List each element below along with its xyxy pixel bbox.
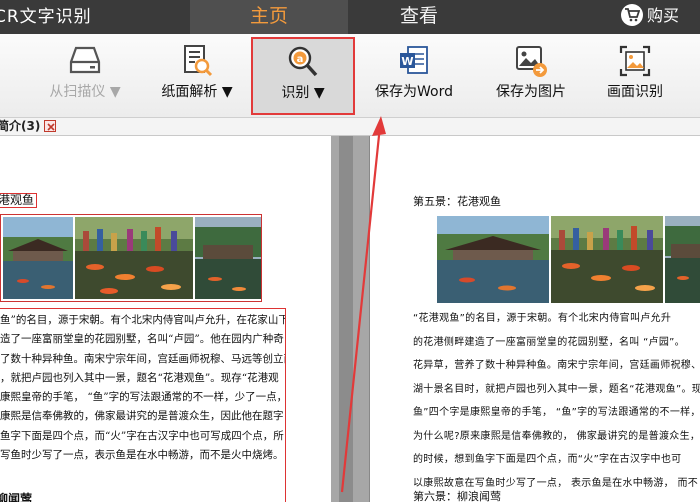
text-line: 造了一座富丽堂皇的花园别墅，名叫“卢园”。他在园内广种奇: [0, 333, 284, 346]
pavilion-photo: [3, 217, 73, 299]
pavilion-photo: [437, 216, 549, 303]
garden-photo: [665, 216, 700, 303]
section-title: 港观鱼: [0, 193, 38, 208]
screen-recognize-label: 画面识别: [607, 84, 663, 100]
result-text-line: 湖十景名目时，就把卢园也列入其中一景，题名“花港观鱼”。现: [413, 383, 700, 395]
document-magnify-icon: [180, 44, 214, 78]
app-title: CR文字识别: [0, 7, 92, 27]
photo-region: [0, 214, 262, 302]
text-region: 鱼”的名目，源于宋朝。有个北宋内侍官叫卢允升，在花家山下 造了一座富丽堂皇的花园…: [0, 308, 286, 502]
screen-recognize-button[interactable]: 画面识别: [598, 34, 672, 118]
result-text-line: “花港观鱼”的名目，源于宋朝。有个北宋内侍官叫卢允升: [413, 313, 672, 324]
paper-analysis-button[interactable]: 纸面解析 ▼: [150, 34, 244, 118]
text-line: 写鱼时少写了一点，表示鱼是在水中畅游，而不是火中烧烤。: [0, 449, 284, 462]
document-tab[interactable]: 简介(3): [0, 118, 62, 136]
splitter-track: [339, 136, 353, 502]
save-as-word-label: 保存为Word: [375, 84, 453, 100]
text-line: 鱼字下面是四个点，而“火”字在古汉字中也可写成四个点，所: [0, 429, 284, 442]
svg-text:a: a: [297, 54, 304, 65]
result-photo-region: [437, 216, 700, 303]
save-as-image-label: 保存为图片: [496, 84, 566, 100]
tab-view[interactable]: 查看: [364, 0, 474, 34]
image-export-icon: [514, 44, 548, 78]
recognize-button[interactable]: a 识别 ▼: [251, 37, 355, 115]
ribbon-toolbar: 从扫描仪 ▼ 纸面解析 ▼ a 识别 ▼ W 保存为Word 保存为图片 画面识…: [0, 34, 700, 118]
paper-analysis-label: 纸面解析 ▼: [161, 84, 233, 100]
text-line: 了数十种异种鱼。南宋宁宗年间，宫廷画师祝穆、马远等创立西: [0, 352, 286, 365]
save-as-word-button[interactable]: W 保存为Word: [366, 34, 462, 118]
source-page-pane[interactable]: 港观鱼 鱼”的名目，源于宋朝。有个北宋内侍官叫卢允升，在花家山下 造了一座富丽堂…: [0, 136, 331, 502]
document-tabstrip: 简介(3): [0, 118, 700, 136]
text-line: 康熙是信奉佛教的，佛家最讲究的是普渡众生，因此他在题字: [0, 410, 284, 423]
save-as-image-button[interactable]: 保存为图片: [480, 34, 582, 118]
garden-photo: [195, 217, 261, 299]
text-line: ，就把卢园也列入其中一景，题名“花港观鱼”。现存“花港观: [0, 371, 279, 384]
word-icon: W: [397, 44, 431, 78]
result-text-line: 花异草，营养了数十种异种鱼。南宋宁宗年间，宫廷画师祝穆、马: [413, 360, 700, 371]
buy-label: 购买: [647, 6, 680, 25]
scan-label: 从扫描仪 ▼: [49, 84, 121, 100]
result-text-line: 鱼”四个字是康熙皇帝的手笔， “鱼”字的写法跟通常的不一样，: [413, 407, 700, 418]
document-tab-label: 简介(3): [0, 119, 41, 133]
text-line: 康熙皇帝的手笔， “鱼”字的写法跟通常的不一样，少了一点，: [0, 391, 286, 404]
tab-home[interactable]: 主页: [190, 0, 348, 34]
title-bar: CR文字识别 主页 查看 购买: [0, 0, 700, 34]
result-text-line: 的花港侧畔建造了一座富丽堂皇的花园别墅，名叫 “卢园”。: [413, 336, 685, 348]
close-icon[interactable]: [44, 119, 57, 132]
recognize-label: 识别 ▼: [281, 85, 325, 101]
result-page: 第五景：花港观鱼 “花港观鱼”的名目，源于宋朝。有个北宋内侍官叫卢允升 的花港侧…: [369, 136, 700, 502]
next-section-title: 柳闻莺: [0, 492, 33, 502]
result-text-line: 为什么呢?原来康熙是信奉佛教的， 佛家最讲究的是普渡众生，: [413, 430, 700, 442]
svg-text:W: W: [401, 55, 413, 68]
result-next-section-title: 第六景：柳浪闻莺: [413, 490, 501, 502]
crowd-pond-photo: [551, 216, 663, 303]
buy-button[interactable]: 购买: [621, 0, 679, 34]
result-text-line: 的时候，想到鱼字下面是四个点，而“火”字在古汉字中也可: [413, 454, 682, 465]
result-page-pane[interactable]: 第五景：花港观鱼 “花港观鱼”的名目，源于宋朝。有个北宋内侍官叫卢允升 的花港侧…: [361, 136, 700, 502]
result-section-title: 第五景：花港观鱼: [413, 195, 501, 208]
scanner-icon: [68, 44, 102, 78]
pane-splitter[interactable]: [331, 136, 361, 502]
text-line: 鱼”的名目，源于宋朝。有个北宋内侍官叫卢允升，在花家山下: [0, 314, 286, 326]
crowd-pond-photo: [75, 217, 193, 299]
scan-button[interactable]: 从扫描仪 ▼: [40, 34, 130, 118]
result-text-region: “花港观鱼”的名目，源于宋朝。有个北宋内侍官叫卢允升 的花港侧畔建造了一座富丽堂…: [413, 307, 700, 495]
screen-capture-icon: [618, 44, 652, 78]
ocr-magnifier-icon: a: [286, 45, 320, 79]
cart-icon: [621, 3, 643, 26]
